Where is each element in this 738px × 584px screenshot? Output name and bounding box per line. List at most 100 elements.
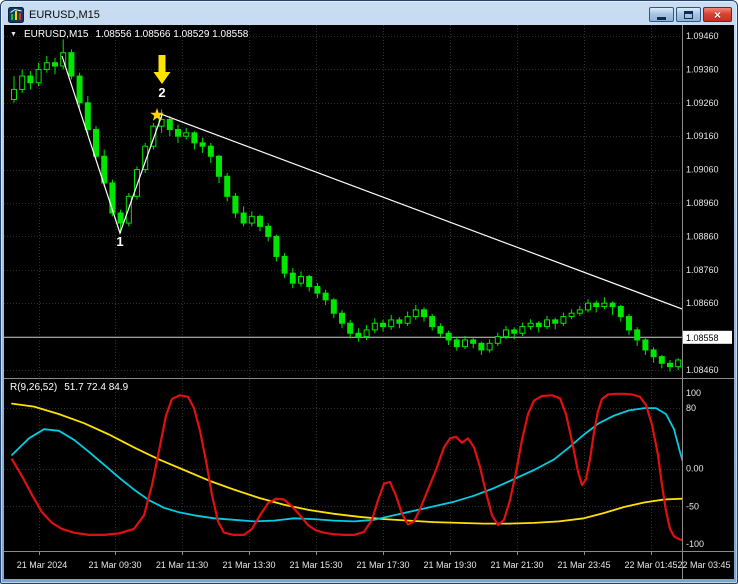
- candle-bear: [593, 302, 600, 308]
- indicator-axis-label: 0.00: [686, 464, 704, 474]
- zigzag-label-1[interactable]: 1: [108, 235, 132, 249]
- indicator-axis-label: -100: [686, 539, 704, 549]
- candle-bear: [216, 155, 222, 177]
- panel-separators: [4, 25, 734, 579]
- candle-bear: [265, 225, 272, 237]
- candle-bear: [396, 319, 403, 324]
- candle-bear: [306, 275, 313, 287]
- candle-bull: [494, 336, 501, 344]
- candle-bull: [363, 329, 370, 338]
- candle-bear: [511, 329, 518, 334]
- indicator-axis-label: 80: [686, 403, 696, 413]
- price-axis-label: 1.08960: [686, 198, 719, 208]
- candle-bear: [658, 356, 665, 364]
- symbol-dropdown-icon[interactable]: ▼: [10, 30, 17, 40]
- candle-bear: [634, 329, 641, 341]
- candle-bull: [675, 359, 682, 368]
- price-axis[interactable]: 1.09460 1.09360 1.09260 1.09160 1.09060 1.089…: [686, 31, 719, 375]
- minimize-button[interactable]: [649, 7, 674, 22]
- candle-bear: [281, 255, 288, 274]
- time-axis-label: 21 Mar 13:30: [222, 560, 275, 570]
- candle-bull: [183, 132, 190, 137]
- candle-bull: [585, 302, 591, 311]
- candle-bull: [503, 329, 509, 338]
- candle-bull: [134, 169, 140, 197]
- candle-bull: [544, 319, 550, 328]
- candle-bear: [535, 322, 542, 328]
- candle-bull: [576, 309, 583, 314]
- maximize-icon: [684, 10, 693, 19]
- candles[interactable]: [11, 39, 682, 372]
- candle-bear: [199, 142, 206, 147]
- price-axis-label: 1.08660: [686, 298, 719, 308]
- candle-bear: [322, 292, 329, 301]
- bid-price-tag: 1.08558: [683, 330, 732, 344]
- chart-canvas[interactable]: 1.09460 1.09360 1.09260 1.09160 1.09060 1.089…: [4, 25, 734, 579]
- down-arrow-icon[interactable]: [153, 55, 171, 84]
- candle-bear: [68, 52, 75, 77]
- price-axis-label: 1.09360: [686, 64, 719, 74]
- price-axis-label: 1.08760: [686, 265, 719, 275]
- candle-bear: [257, 215, 263, 227]
- candle-bear: [27, 75, 34, 84]
- candle-bear: [117, 212, 124, 224]
- indicator-label: R(9,26,52) 51.7 72.4 84.9: [10, 382, 128, 393]
- candle-bear: [650, 349, 657, 358]
- indicator-axis-label: -50: [686, 501, 699, 511]
- candle-bull: [601, 302, 608, 308]
- candle-bear: [330, 299, 337, 314]
- candle-bear: [224, 175, 231, 197]
- chart-symbol-label: ▼ EURUSD,M15 1.08556 1.08566 1.08529 1.0…: [10, 29, 248, 40]
- oscillator-lines: [10, 392, 682, 541]
- price-axis-label: 1.09060: [686, 165, 719, 175]
- candle-bear: [314, 286, 321, 294]
- symbol-text: EURUSD,M15: [23, 29, 89, 40]
- candle-bear: [478, 342, 485, 351]
- chart-content: 1.09460 1.09360 1.09260 1.09160 1.09060 1.089…: [4, 25, 734, 579]
- price-axis-label: 1.09260: [686, 98, 719, 108]
- close-icon: ×: [713, 7, 721, 22]
- candle-bear: [642, 339, 649, 351]
- indicator-values: 51.7 72.4 84.9: [64, 382, 129, 393]
- maximize-button[interactable]: [676, 7, 701, 22]
- candle-bull: [404, 316, 411, 324]
- indicator-axis-label: 100: [686, 388, 701, 398]
- zigzag-label-2[interactable]: 2: [150, 86, 174, 100]
- candle-bear: [207, 145, 214, 157]
- ohlc-text: 1.08556 1.08566 1.08529 1.08558: [95, 29, 249, 40]
- candle-bull: [298, 275, 304, 284]
- window-titlebar[interactable]: EURUSD,M15 ×: [4, 1, 734, 25]
- candle-bear: [429, 316, 436, 328]
- candle-bear: [380, 322, 386, 328]
- candle-bear: [175, 129, 181, 137]
- time-axis-label: 21 Mar 23:45: [557, 560, 610, 570]
- candle-bear: [355, 332, 362, 338]
- price-axis-label: 1.09460: [686, 31, 719, 41]
- candle-bear: [52, 62, 58, 67]
- candle-bear: [470, 339, 477, 344]
- bid-price-text: 1.08558: [686, 333, 719, 343]
- window-title: EURUSD,M15: [29, 8, 100, 21]
- candle-bear: [626, 316, 632, 331]
- indicator-axis[interactable]: 100 80 0.00 -50 -100: [686, 388, 704, 549]
- candle-bull: [11, 88, 17, 100]
- time-axis-label: 21 Mar 17:30: [356, 560, 409, 570]
- time-axis[interactable]: 21 Mar 2024 21 Mar 09:30 21 Mar 11:30 21 Ma…: [17, 560, 731, 570]
- time-axis-label: 21 Mar 09:30: [88, 560, 141, 570]
- trendline[interactable]: [161, 113, 683, 310]
- candle-bear: [617, 306, 624, 318]
- time-axis-label: 21 Mar 19:30: [423, 560, 476, 570]
- candle-bull: [19, 75, 26, 90]
- time-axis-label: 21 Mar 11:30: [156, 560, 208, 570]
- candle-bear: [437, 326, 444, 334]
- candle-bull: [486, 342, 493, 351]
- close-button[interactable]: ×: [703, 7, 732, 22]
- mt4-window: EURUSD,M15 × 1.09460 1.09360 1.09260 1.0916…: [0, 0, 738, 584]
- time-axis-label: 22 Mar 03:45: [677, 560, 730, 570]
- candle-bull: [568, 312, 575, 318]
- time-axis-label: 21 Mar 2024: [17, 560, 68, 570]
- candle-bear: [273, 235, 280, 257]
- time-axis-label: 22 Mar 01:45: [624, 560, 677, 570]
- candle-bear: [84, 102, 91, 131]
- time-axis-label: 21 Mar 15:30: [289, 560, 342, 570]
